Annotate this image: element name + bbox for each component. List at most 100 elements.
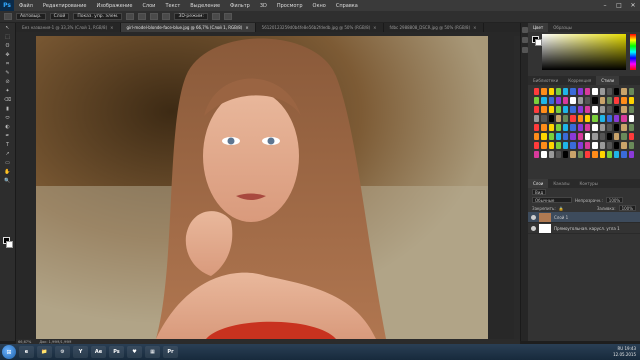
style-swatch[interactable] — [563, 97, 569, 104]
type-tool-icon[interactable]: T — [3, 142, 13, 149]
style-swatch[interactable] — [599, 97, 605, 104]
style-swatch[interactable] — [563, 88, 569, 95]
style-swatch[interactable] — [614, 124, 620, 131]
fill-field[interactable]: 100% — [618, 205, 636, 211]
style-swatch[interactable] — [599, 88, 605, 95]
style-swatch[interactable] — [563, 133, 569, 140]
style-swatch[interactable] — [570, 124, 576, 131]
menu-item-edit[interactable]: Редактирование — [38, 3, 92, 9]
style-swatch[interactable] — [541, 142, 547, 149]
character-icon[interactable] — [521, 47, 528, 53]
style-swatch[interactable] — [577, 133, 583, 140]
path-select-tool-icon[interactable]: ↗ — [3, 151, 13, 158]
style-swatch[interactable] — [628, 124, 634, 131]
app-taskbar-icon[interactable]: ♥ — [127, 346, 142, 358]
style-swatch[interactable] — [614, 97, 620, 104]
style-swatch[interactable] — [606, 88, 613, 95]
style-swatch[interactable] — [599, 133, 605, 140]
style-swatch[interactable] — [563, 124, 569, 131]
layer-row[interactable]: Прямоугольная. карусл. угла 1 — [528, 223, 640, 234]
style-swatch[interactable] — [628, 88, 634, 95]
style-swatch[interactable] — [614, 133, 620, 140]
tab-swatches[interactable]: Образцы — [548, 23, 577, 32]
tab-libraries[interactable]: Библиотеки — [528, 76, 563, 85]
style-swatch[interactable] — [599, 124, 605, 131]
style-swatch[interactable] — [584, 97, 591, 104]
style-swatch[interactable] — [555, 124, 562, 131]
style-swatch[interactable] — [621, 151, 627, 158]
zoom-level[interactable]: 66,67% — [18, 340, 31, 344]
style-swatch[interactable] — [592, 142, 598, 149]
style-swatch[interactable] — [584, 124, 591, 131]
pen-tool-icon[interactable]: ✒ — [3, 133, 13, 140]
language-indicator[interactable]: RU — [617, 346, 623, 351]
eyedropper-tool-icon[interactable]: ✎ — [3, 70, 13, 77]
quick-select-tool-icon[interactable]: ✥ — [3, 52, 13, 59]
style-swatch[interactable] — [577, 142, 583, 149]
opacity-field[interactable]: 100% — [605, 197, 624, 203]
close-tab-icon[interactable]: × — [245, 25, 248, 30]
document-tab[interactable]: girl-model-blonde-face-blue.jpg @ 66,7% … — [120, 23, 256, 32]
close-tab-icon[interactable]: × — [473, 25, 476, 30]
hue-slider[interactable] — [630, 34, 636, 70]
style-swatch[interactable] — [621, 142, 627, 149]
3d-pan-icon[interactable] — [223, 13, 232, 20]
style-swatch[interactable] — [599, 106, 605, 113]
style-swatch[interactable] — [606, 124, 613, 131]
style-swatch[interactable] — [606, 106, 613, 113]
style-swatch[interactable] — [563, 142, 569, 149]
zoom-tool-icon[interactable]: 🔍 — [3, 178, 13, 185]
settings-taskbar-icon[interactable]: ⚙ — [55, 346, 70, 358]
style-swatch[interactable] — [534, 124, 540, 131]
style-swatch[interactable] — [614, 106, 620, 113]
start-button[interactable]: ⊞ — [2, 345, 16, 359]
minimize-button[interactable]: – — [598, 0, 612, 11]
dodge-tool-icon[interactable]: ◐ — [3, 124, 13, 131]
style-swatch[interactable] — [548, 88, 554, 95]
maximize-button[interactable]: □ — [612, 0, 626, 11]
style-swatch[interactable] — [563, 115, 569, 122]
history-icon[interactable] — [521, 27, 528, 33]
style-swatch[interactable] — [541, 88, 547, 95]
layer-filter-dropdown[interactable]: Вид — [532, 189, 547, 195]
style-swatch[interactable] — [577, 106, 583, 113]
fg-bg-swatches[interactable] — [532, 34, 542, 74]
document-tab[interactable]: Без названия-1 @ 33,3% (Слой 1, RGB/8) × — [16, 23, 121, 32]
menu-item-text[interactable]: Текст — [160, 3, 185, 9]
style-swatch[interactable] — [534, 97, 540, 104]
align-center-icon[interactable] — [138, 13, 147, 20]
style-swatch[interactable] — [541, 106, 547, 113]
style-swatch[interactable] — [606, 142, 613, 149]
style-swatch[interactable] — [592, 133, 598, 140]
style-swatch[interactable] — [570, 97, 576, 104]
menu-item-image[interactable]: Изображение — [91, 3, 137, 9]
clock-time[interactable]: 19:43 — [624, 346, 636, 351]
style-swatch[interactable] — [584, 115, 591, 122]
style-swatch[interactable] — [555, 115, 562, 122]
background-swatch[interactable] — [6, 241, 13, 248]
style-swatch[interactable] — [548, 124, 554, 131]
blur-tool-icon[interactable]: ⬭ — [3, 115, 13, 122]
lock-icon[interactable]: 🔒 — [559, 206, 564, 211]
style-swatch[interactable] — [570, 142, 576, 149]
tab-channels[interactable]: Каналы — [548, 179, 574, 188]
style-swatch[interactable] — [606, 151, 613, 158]
style-swatch[interactable] — [570, 115, 576, 122]
style-swatch[interactable] — [614, 88, 620, 95]
style-swatch[interactable] — [548, 97, 554, 104]
move-tool-icon[interactable] — [4, 13, 12, 20]
style-swatch[interactable] — [599, 115, 605, 122]
menu-item-3d[interactable]: 3D — [255, 3, 272, 9]
document-tab[interactable]: fdbc 2988808_DSCR.jpg @ 50% (RGB/8) × — [384, 23, 484, 32]
style-swatch[interactable] — [534, 142, 540, 149]
tab-paths[interactable]: Контуры — [574, 179, 602, 188]
style-swatch[interactable] — [534, 106, 540, 113]
after-effects-taskbar-icon[interactable]: Ae — [91, 346, 106, 358]
style-swatch[interactable] — [621, 97, 627, 104]
style-swatch[interactable] — [541, 133, 547, 140]
style-swatch[interactable] — [584, 88, 591, 95]
explorer-taskbar-icon[interactable]: 📁 — [37, 346, 52, 358]
marquee-tool-icon[interactable]: ⬚ — [3, 34, 13, 41]
style-swatch[interactable] — [577, 88, 583, 95]
ie-taskbar-icon[interactable]: e — [19, 346, 34, 358]
